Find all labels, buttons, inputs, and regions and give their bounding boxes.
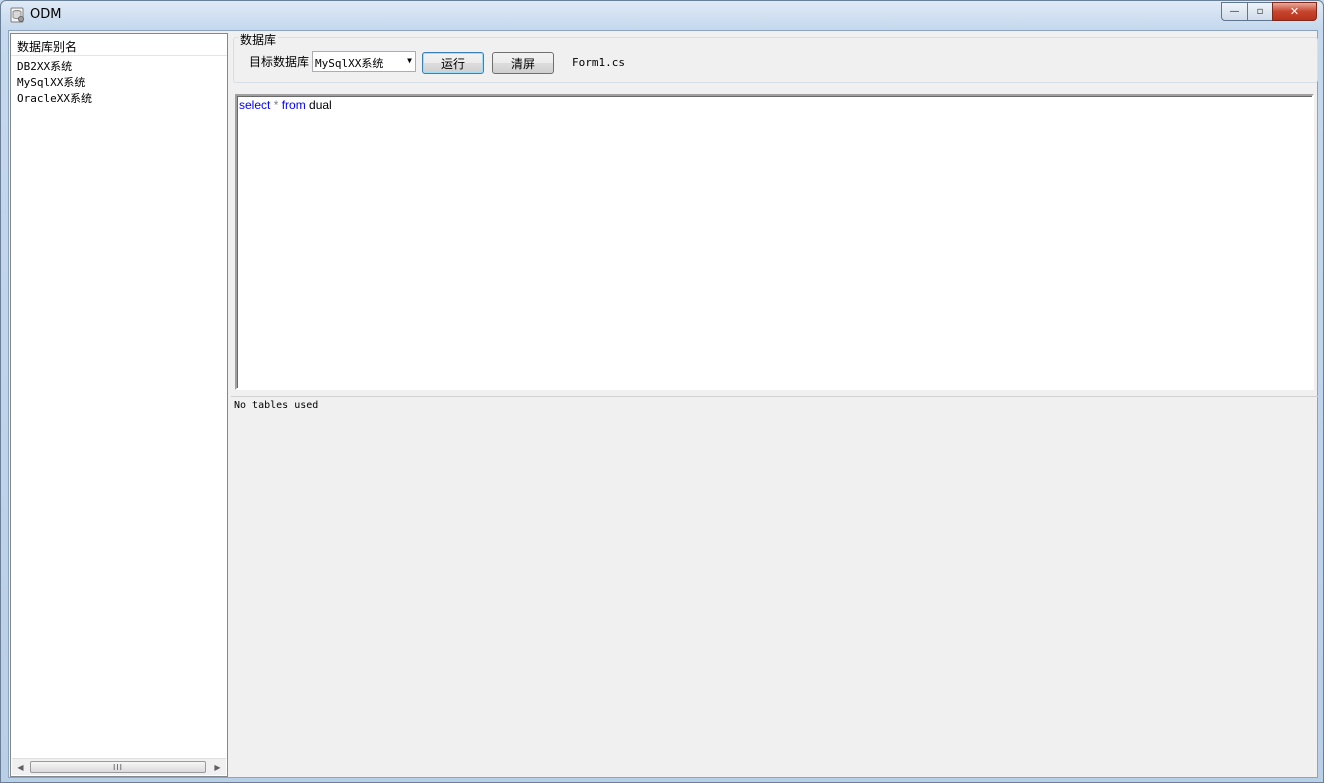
minimize-icon: — — [1229, 6, 1240, 17]
close-icon: ✕ — [1289, 5, 1300, 18]
list-item[interactable]: DB2XX系统 — [17, 59, 92, 75]
maximize-icon: ▫ — [1256, 6, 1264, 17]
clear-screen-button[interactable]: 清屏 — [492, 52, 554, 74]
database-app-icon — [10, 7, 24, 23]
list-items: DB2XX系统 MySqlXX系统 OracleXX系统 — [17, 59, 92, 107]
sql-keyword: select — [239, 98, 271, 112]
list-item[interactable]: OracleXX系统 — [17, 91, 92, 107]
target-db-select[interactable]: MySqlXX系统 ▼ — [312, 51, 416, 72]
scroll-right-arrow-icon[interactable]: ▶ — [209, 759, 226, 776]
sql-keyword: from — [281, 98, 306, 112]
result-output: No tables used — [234, 400, 319, 411]
list-item[interactable]: MySqlXX系统 — [17, 75, 92, 91]
scroll-left-arrow-icon[interactable]: ◀ — [12, 759, 29, 776]
groupbox-title: 数据库 — [238, 31, 279, 48]
selected-db-value: MySqlXX系统 — [315, 57, 384, 70]
window-title: ODM — [30, 7, 62, 22]
horizontal-splitter[interactable] — [231, 392, 1318, 397]
file-name-label: Form1.cs — [572, 56, 625, 69]
run-button[interactable]: 运行 — [422, 52, 484, 74]
app-window: ODM — ▫ ✕ 数据库别名 DB2XX系统 MySqlXX系统 Oracle… — [0, 0, 1324, 783]
minimize-button[interactable]: — — [1221, 2, 1247, 21]
scroll-grip-icon: III — [112, 762, 124, 772]
horizontal-scrollbar[interactable]: ◀ III ▶ — [12, 758, 226, 775]
chevron-down-icon[interactable]: ▼ — [407, 56, 412, 65]
list-column-header[interactable]: 数据库别名 — [11, 34, 227, 56]
title-bar[interactable]: ODM — ▫ ✕ — [1, 1, 1323, 29]
sql-editor[interactable]: select * from dual — [235, 94, 1314, 390]
window-controls: — ▫ ✕ — [1221, 2, 1317, 22]
scroll-thumb[interactable]: III — [30, 761, 206, 773]
close-button[interactable]: ✕ — [1272, 2, 1317, 21]
client-area: 数据库别名 DB2XX系统 MySqlXX系统 OracleXX系统 ◀ III… — [8, 30, 1318, 778]
target-db-label: 目标数据库 — [249, 55, 310, 69]
sql-identifier: dual — [305, 98, 332, 112]
vertical-splitter[interactable] — [228, 31, 232, 777]
maximize-button[interactable]: ▫ — [1247, 2, 1272, 21]
database-alias-list[interactable]: 数据库别名 DB2XX系统 MySqlXX系统 OracleXX系统 ◀ III… — [10, 33, 228, 777]
sql-operator: * — [270, 98, 282, 112]
